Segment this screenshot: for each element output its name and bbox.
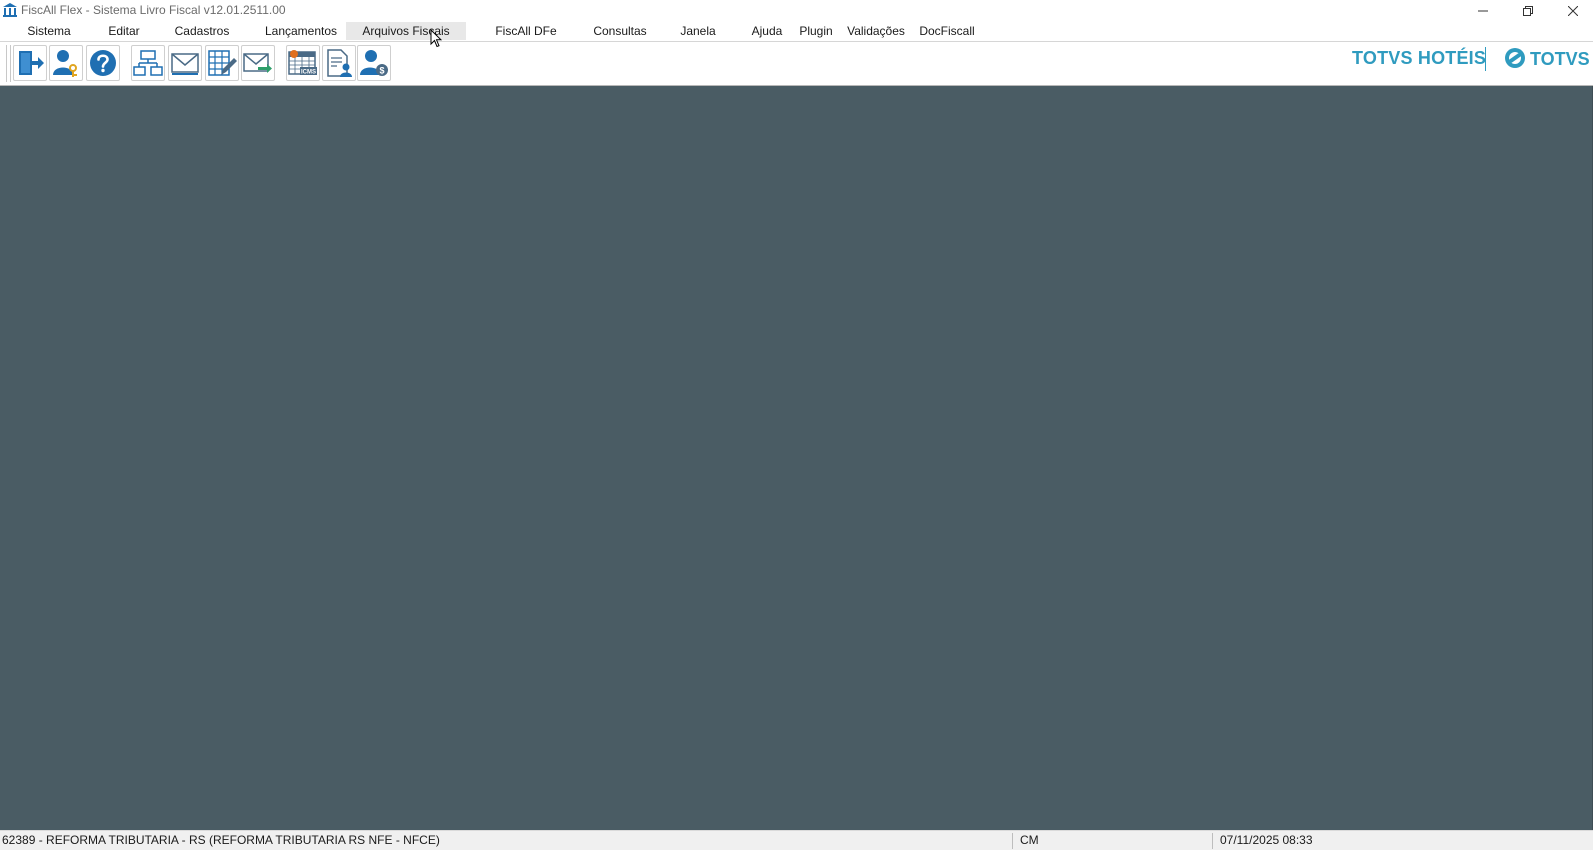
minimize-button[interactable]	[1460, 0, 1505, 21]
help-icon	[88, 48, 118, 78]
menu-editar[interactable]: Editar	[96, 22, 152, 40]
window-title: FiscAll Flex - Sistema Livro Fiscal v12.…	[21, 3, 286, 17]
envelope-button[interactable]	[168, 45, 202, 81]
user-key-button[interactable]	[49, 45, 83, 81]
user-money-button[interactable]: $	[357, 45, 391, 81]
document-user-button[interactable]	[322, 45, 356, 81]
spreadsheet-edit-icon	[207, 48, 237, 78]
svg-text:$: $	[379, 66, 384, 76]
menu-lancamentos[interactable]: Lançamentos	[254, 22, 348, 40]
exit-door-icon	[15, 48, 45, 78]
mouse-cursor-icon	[430, 28, 443, 51]
title-bar: FiscAll Flex - Sistema Livro Fiscal v12.…	[0, 0, 1593, 21]
document-user-icon	[324, 48, 354, 78]
toolbar-grip[interactable]	[6, 45, 11, 82]
menu-consultas[interactable]: Consultas	[584, 22, 656, 40]
status-company: 62389 - REFORMA TRIBUTARIA - RS (REFORMA…	[2, 833, 440, 847]
spreadsheet-edit-button[interactable]	[205, 45, 239, 81]
menu-janela[interactable]: Janela	[670, 22, 726, 40]
totvs-logo-icon	[1504, 47, 1526, 72]
close-button[interactable]	[1550, 0, 1593, 21]
menu-validacoes[interactable]: Validações	[844, 22, 908, 40]
calendar-icms-icon: ICMS	[288, 48, 318, 78]
brand-divider	[1485, 47, 1486, 71]
menu-bar: Sistema Editar Cadastros Lançamentos Arq…	[0, 21, 1593, 42]
status-divider	[1012, 833, 1013, 849]
user-key-icon	[51, 48, 81, 78]
menu-docfiscall[interactable]: DocFiscall	[912, 22, 982, 40]
close-icon	[1567, 5, 1578, 16]
menu-cadastros[interactable]: Cadastros	[166, 22, 238, 40]
user-money-icon: $	[359, 48, 389, 78]
company-name: TOTVS	[1530, 48, 1590, 69]
menu-plugin[interactable]: Plugin	[796, 22, 836, 40]
status-divider	[1212, 833, 1213, 849]
send-mail-icon	[243, 48, 273, 78]
maximize-button[interactable]	[1505, 0, 1550, 21]
org-chart-button[interactable]	[131, 45, 165, 81]
menu-fiscall-dfe[interactable]: FiscAll DFe	[486, 22, 566, 40]
product-brand: TOTVS HOTÉIS	[1352, 48, 1487, 68]
status-datetime: 07/11/2025 08:33	[1220, 833, 1313, 847]
envelope-icon	[170, 48, 200, 78]
menu-arquivos-fiscais[interactable]: Arquivos Fiscais	[346, 22, 466, 40]
toolbar: ICMS $ TOTVS HOTÉIS TOTVS	[0, 42, 1593, 86]
calendar-icms-button[interactable]: ICMS	[286, 45, 320, 81]
company-logo: TOTVS	[1504, 47, 1590, 72]
menu-ajuda[interactable]: Ajuda	[742, 22, 792, 40]
mdi-workspace[interactable]	[0, 86, 1593, 830]
exit-button[interactable]	[13, 45, 47, 81]
building-columns-icon	[2, 2, 18, 18]
status-mode: CM	[1020, 833, 1039, 847]
maximize-icon	[1522, 5, 1533, 16]
send-mail-button[interactable]	[241, 45, 275, 81]
icms-badge: ICMS	[301, 70, 316, 76]
status-bar: 62389 - REFORMA TRIBUTARIA - RS (REFORMA…	[0, 830, 1593, 850]
menu-sistema[interactable]: Sistema	[18, 22, 80, 40]
help-button[interactable]	[86, 45, 120, 81]
org-chart-icon	[133, 48, 163, 78]
minimize-icon	[1477, 6, 1488, 16]
